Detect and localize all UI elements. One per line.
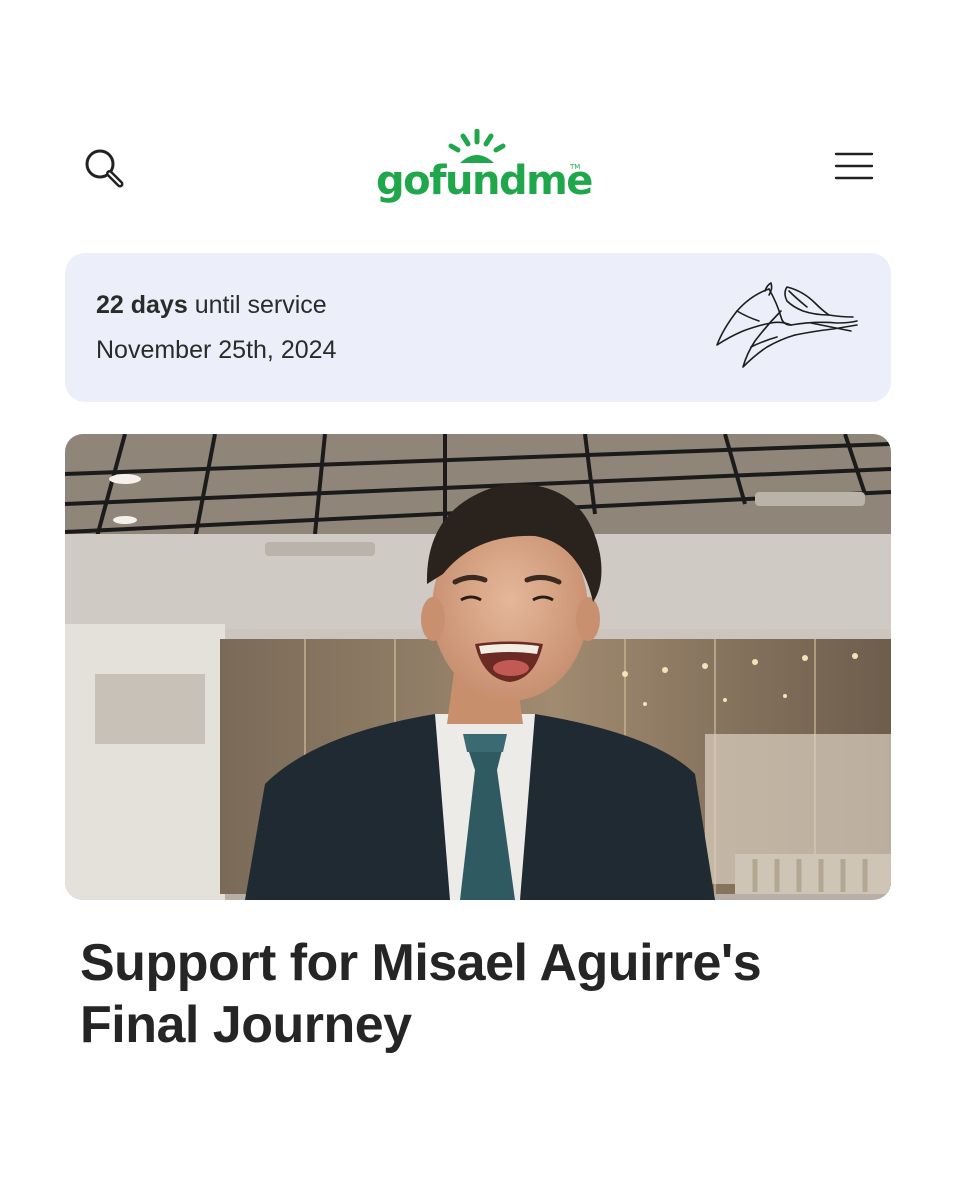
campaign-title-line-1: Support for Misael Aguirre's bbox=[80, 934, 762, 992]
portrait-photo bbox=[65, 434, 891, 900]
service-countdown-card: 22 days until service November 25th, 202… bbox=[65, 253, 891, 402]
logo-wordmark: gofundme bbox=[376, 158, 593, 204]
calla-lily-icon bbox=[716, 282, 858, 368]
campaign-title: Support for Misael Aguirre's Final Journ… bbox=[80, 932, 880, 1056]
days-until-service: 22 days until service bbox=[96, 291, 327, 320]
top-navigation: gofundme TM bbox=[0, 115, 960, 215]
search-button[interactable] bbox=[76, 140, 132, 196]
campaign-title-line-2: Final Journey bbox=[80, 996, 412, 1054]
days-count: 22 days bbox=[96, 291, 188, 319]
days-suffix: until service bbox=[187, 291, 327, 319]
campaign-hero-image[interactable] bbox=[65, 434, 891, 900]
trademark-mark: TM bbox=[570, 163, 581, 171]
service-date: November 25th, 2024 bbox=[96, 336, 337, 364]
menu-button[interactable] bbox=[826, 141, 882, 191]
gofundme-logo[interactable]: gofundme TM bbox=[372, 127, 593, 207]
search-icon bbox=[85, 149, 124, 188]
hamburger-menu-icon bbox=[834, 152, 874, 180]
